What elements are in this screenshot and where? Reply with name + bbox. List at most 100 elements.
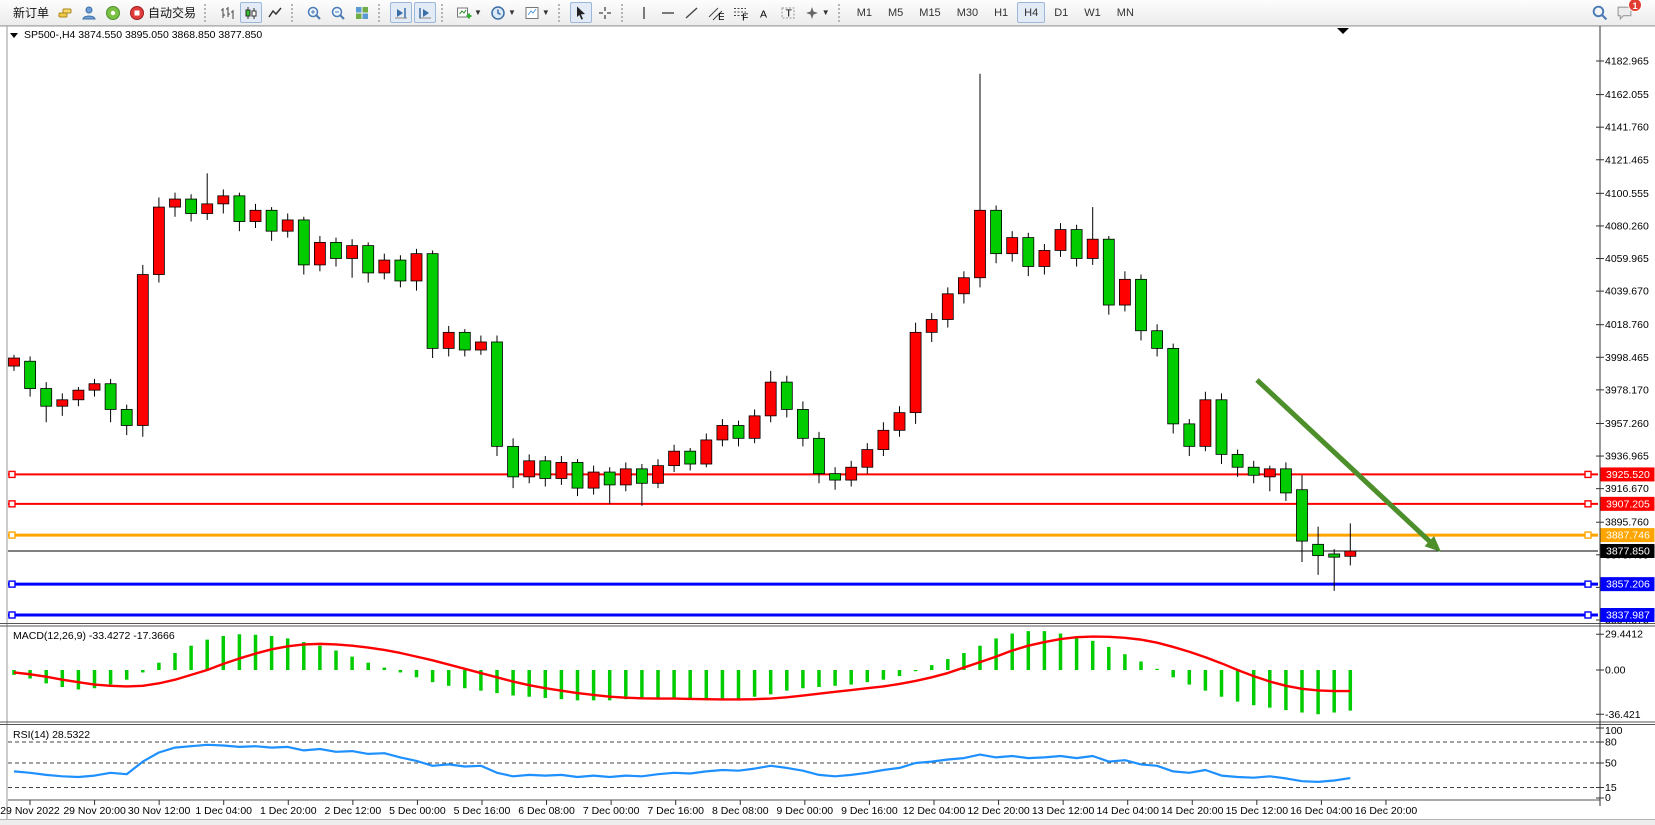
candle-body-down <box>363 246 374 273</box>
candle-body-down <box>459 332 470 350</box>
new-order-button[interactable]: 新订单 <box>7 2 52 23</box>
timeframe-button-H1[interactable]: H1 <box>987 2 1015 23</box>
time-axis-label: 12 Dec 20:00 <box>967 805 1030 817</box>
cursor-button[interactable] <box>570 2 592 23</box>
level-line-handle[interactable] <box>1585 532 1591 538</box>
candle-body-down <box>636 469 647 483</box>
text-label-button[interactable]: T <box>777 2 799 23</box>
level-line-handle[interactable] <box>1585 471 1591 477</box>
candlestick-chart-button[interactable] <box>240 2 262 23</box>
candle-body-up <box>717 425 728 439</box>
search-button[interactable] <box>1588 2 1611 23</box>
level-line-handle[interactable] <box>9 501 15 507</box>
timeframe-toolbar: M1M5M15M30H1H4D1W1MN <box>849 2 1142 23</box>
candle-body-up <box>202 204 213 214</box>
level-line-handle[interactable] <box>9 612 15 618</box>
chart-shift-button[interactable] <box>414 2 436 23</box>
channel-icon: E <box>708 5 724 21</box>
auto-scroll-button[interactable] <box>390 2 412 23</box>
bar-chart-button[interactable] <box>216 2 238 23</box>
candle-body-up <box>588 472 599 488</box>
chart-canvas[interactable]: 4182.9654162.0554141.7604121.4654100.555… <box>0 26 1655 825</box>
person-icon <box>81 5 97 21</box>
horizontal-line-icon <box>660 5 676 21</box>
arrows-dropdown[interactable]: ▼ <box>801 2 833 23</box>
candle-body-up <box>411 254 422 281</box>
price-axis-tick-label: 3978.170 <box>1605 384 1649 396</box>
macd-axis-label: 29.4412 <box>1605 629 1643 641</box>
price-axis-tick-label: 3895.760 <box>1605 517 1649 529</box>
line-chart-button[interactable] <box>264 2 286 23</box>
candle-body-up <box>9 358 20 366</box>
macd-axis-label: -36.421 <box>1605 709 1641 721</box>
time-axis-label: 7 Dec 16:00 <box>647 805 704 817</box>
autotrading-button[interactable]: 自动交易 <box>126 2 199 23</box>
channel-button[interactable]: E <box>705 2 727 23</box>
level-line-handle[interactable] <box>9 581 15 587</box>
candle-body-up <box>958 278 969 294</box>
level-line-handle[interactable] <box>1585 612 1591 618</box>
level-line-handle[interactable] <box>9 532 15 538</box>
timeframe-button-MN[interactable]: MN <box>1110 2 1141 23</box>
candle-body-down <box>830 474 841 480</box>
candlestick-icon <box>243 5 259 21</box>
fibonacci-button[interactable]: F <box>729 2 751 23</box>
community-button[interactable] <box>78 2 100 23</box>
templates-dropdown[interactable]: ▼ <box>521 2 553 23</box>
candle-body-up <box>653 466 664 484</box>
level-line-handle[interactable] <box>9 471 15 477</box>
timeframe-button-H4[interactable]: H4 <box>1017 2 1045 23</box>
new-chart-dropdown[interactable]: ▼ <box>453 2 485 23</box>
time-axis-label: 30 Nov 12:00 <box>128 805 191 817</box>
market-watch-button[interactable] <box>54 2 76 23</box>
toolbar-grip <box>621 4 628 22</box>
price-axis-tick-label: 4039.670 <box>1605 286 1649 298</box>
candle-body-up <box>620 469 631 485</box>
vertical-line-button[interactable] <box>633 2 655 23</box>
time-axis-label: 8 Dec 08:00 <box>712 805 769 817</box>
time-axis-label: 9 Dec 00:00 <box>777 805 834 817</box>
notifications-button[interactable]: 1 <box>1613 2 1636 23</box>
svg-text:A: A <box>760 8 767 20</box>
text-a-icon: A <box>756 5 772 21</box>
zoom-in-button[interactable] <box>303 2 325 23</box>
candle-body-up <box>89 384 100 390</box>
gold-bars-icon <box>57 5 73 21</box>
price-badge-label: 3907.205 <box>1606 498 1650 510</box>
price-badge-label: 3837.987 <box>1606 610 1650 622</box>
candle-body-down <box>1248 467 1259 475</box>
timeframe-button-M1[interactable]: M1 <box>850 2 879 23</box>
rsi-axis-label: 0 <box>1605 792 1611 804</box>
candle-body-down <box>540 461 551 479</box>
candle-body-down <box>572 462 583 488</box>
crosshair-button[interactable] <box>594 2 616 23</box>
level-line-handle[interactable] <box>1585 501 1591 507</box>
text-button[interactable]: A <box>753 2 775 23</box>
trendline-button[interactable] <box>681 2 703 23</box>
timeframe-button-W1[interactable]: W1 <box>1077 2 1108 23</box>
candle-body-down <box>1184 424 1195 446</box>
timeframe-button-M15[interactable]: M15 <box>912 2 947 23</box>
zoom-out-button[interactable] <box>327 2 349 23</box>
toolbar-grip <box>441 4 448 22</box>
periods-dropdown[interactable]: ▼ <box>487 2 519 23</box>
timeframe-button-M30[interactable]: M30 <box>950 2 985 23</box>
signals-button[interactable] <box>102 2 124 23</box>
level-line-handle[interactable] <box>1585 581 1591 587</box>
trend-arrow-line[interactable] <box>1257 380 1432 544</box>
chart-shift-marker[interactable] <box>1337 28 1349 34</box>
symbol-dropdown-icon[interactable] <box>10 33 18 38</box>
horizontal-line-button[interactable] <box>657 2 679 23</box>
svg-text:E: E <box>718 11 724 21</box>
clock-icon <box>490 5 506 21</box>
timeframe-button-M5[interactable]: M5 <box>881 2 910 23</box>
candle-body-down <box>41 389 52 407</box>
toolbar-grip <box>291 4 298 22</box>
candle-body-up <box>878 430 889 449</box>
timeframe-button-D1[interactable]: D1 <box>1047 2 1075 23</box>
candle-body-down <box>991 210 1002 253</box>
main-toolbar: 新订单 自动交易 ▼ ▼ <box>0 0 1655 26</box>
candle-body-down <box>266 210 277 231</box>
price-axis-tick-label: 4059.965 <box>1605 253 1649 265</box>
tile-windows-button[interactable] <box>351 2 373 23</box>
